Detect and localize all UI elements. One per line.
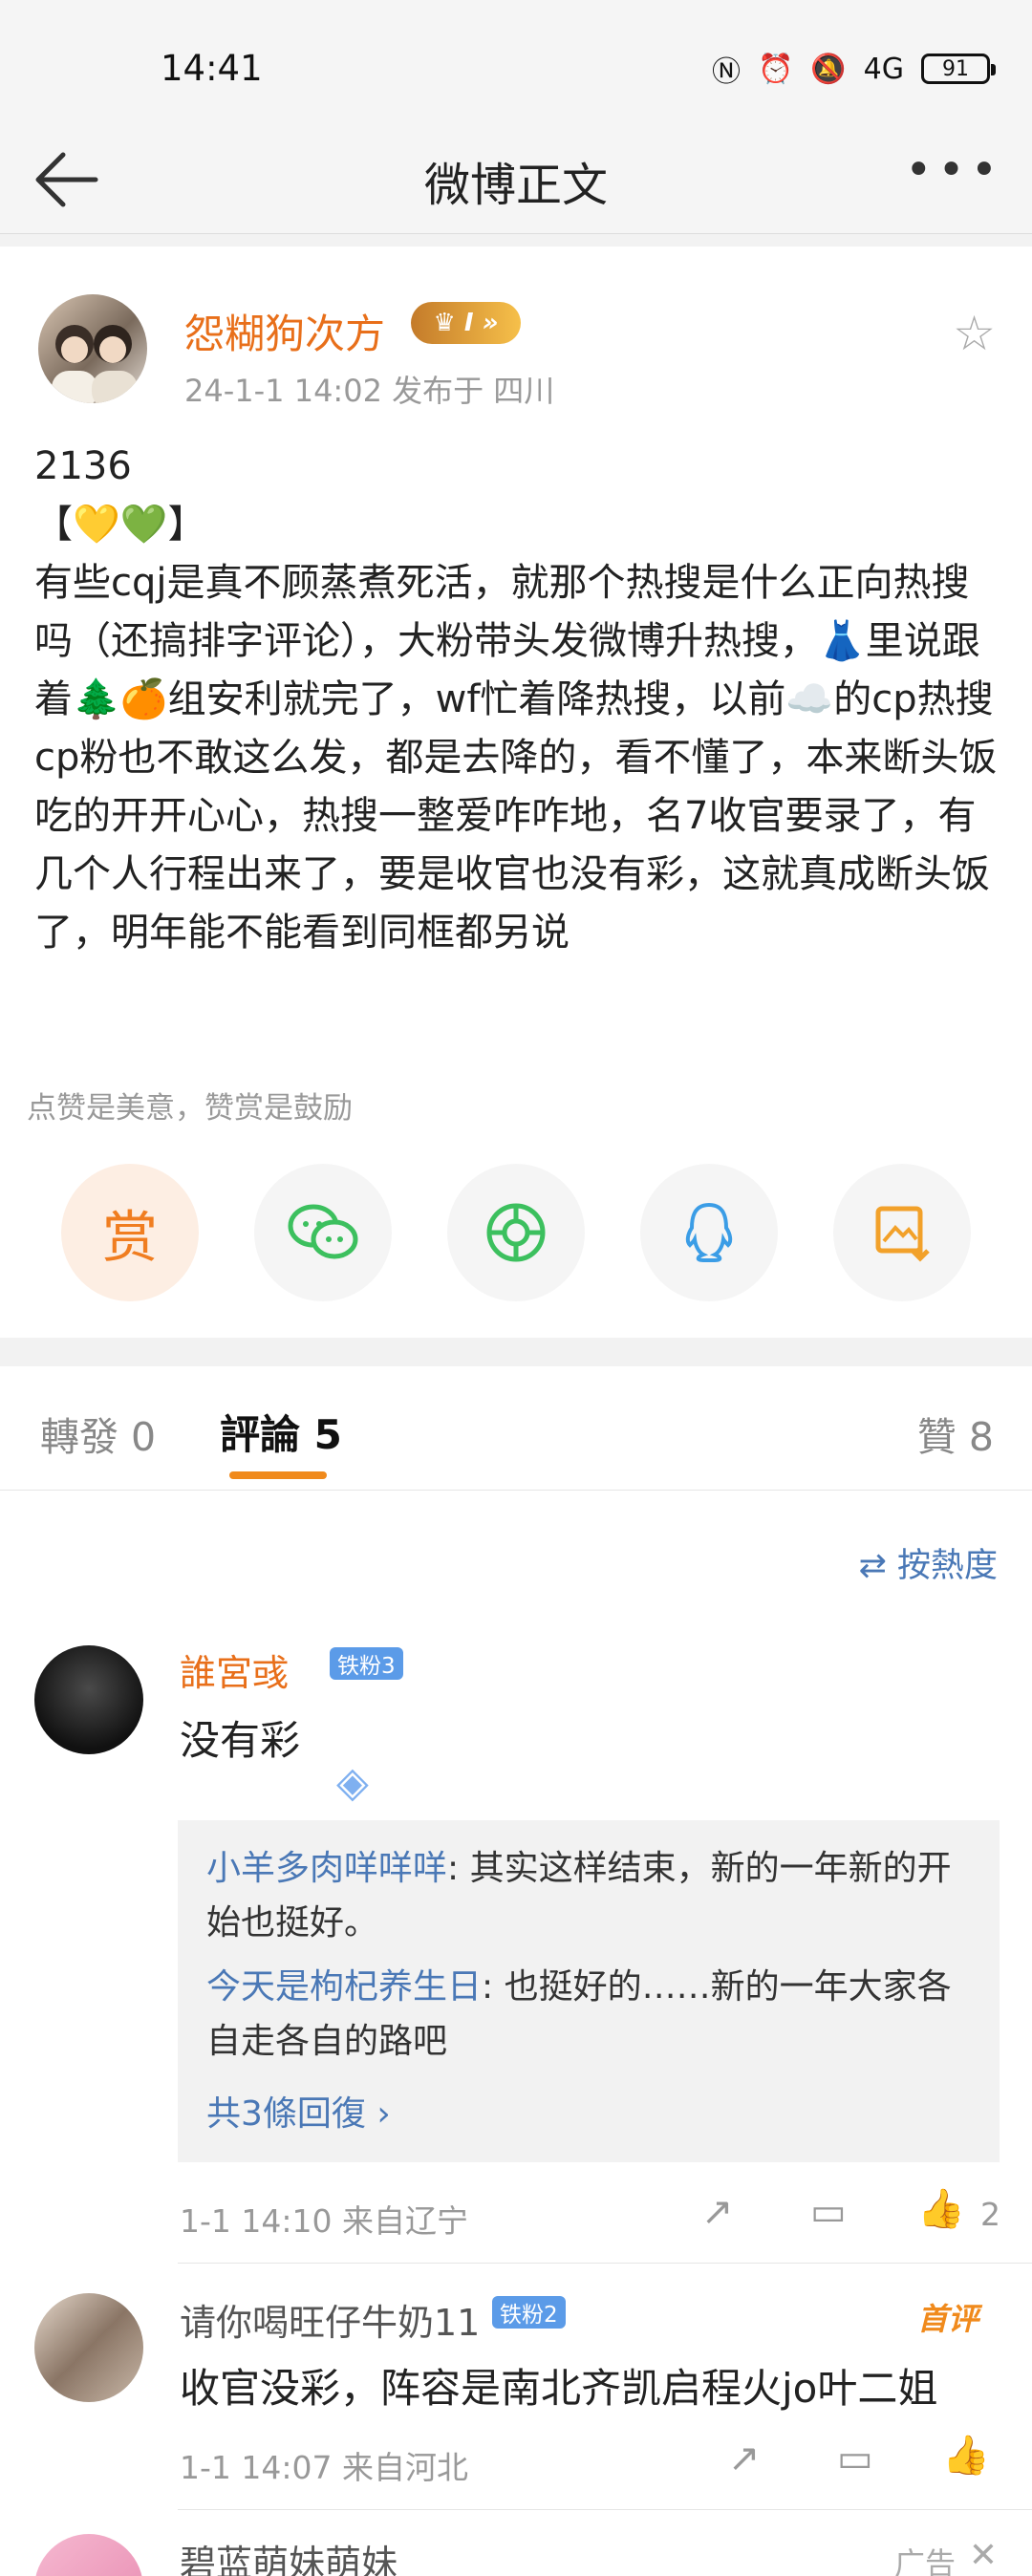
sort-button[interactable]: ⇄ 按熱度	[859, 1538, 998, 1587]
reply-box[interactable]: 小羊多肉咩咩咩: 其实这样结束，新的一年新的开始也挺好。 今天是枸杞养生日: 也…	[178, 1820, 1000, 2162]
comment-text: 没有彩	[180, 1717, 301, 1764]
reply-item: 小羊多肉咩咩咩: 其实这样结束，新的一年新的开始也挺好。	[206, 1841, 971, 1950]
crown-icon: ♛	[433, 309, 456, 337]
tab-bar: 轉發 0 評論 5 贊 8	[0, 1366, 1032, 1491]
status-bar: 14:41 Ⓝ ⏰ 🔕 4G 91	[0, 0, 1032, 124]
comments-list: ⇄ 按熱度 誰宮彧 铁粉3 没有彩 ◈ 小羊多肉咩咩咩: 其实这样结束，新的一年…	[0, 1491, 1032, 2576]
moments-share-button[interactable]	[447, 1164, 585, 1301]
qq-icon	[685, 1202, 733, 1262]
nfc-icon: Ⓝ	[711, 55, 741, 89]
moments-icon	[486, 1203, 546, 1262]
fan-badge: 铁粉2	[492, 2296, 566, 2329]
like-icon[interactable]: 👍	[917, 2186, 965, 2231]
avatar[interactable]	[34, 1645, 143, 1754]
avatar[interactable]	[34, 2293, 143, 2402]
more-replies-link[interactable]: 共3條回復 ›	[206, 2086, 391, 2136]
close-icon[interactable]: ✕	[969, 2536, 998, 2575]
reply-icon[interactable]: ▭	[810, 2190, 847, 2234]
post-card: 怨糊狗次方 ♛ I » 24-1-1 14:02 发布于 四川 ☆ 2136 【…	[0, 247, 1032, 1338]
more-options-icon[interactable]: •••	[905, 143, 1003, 197]
active-tab-indicator	[229, 1471, 327, 1479]
battery-icon: 91	[921, 54, 996, 84]
comment-text: 收官没彩，阵容是南北齐凯启程火jo叶二姐	[180, 2365, 938, 2412]
first-comment-tag: 首评	[916, 2301, 978, 2337]
reply-item: 今天是枸杞养生日: 也挺好的……新的一年大家各自走各自的路吧	[206, 1960, 971, 2069]
ad-label: 广告	[893, 2545, 956, 2576]
divider	[178, 2509, 1032, 2510]
status-icons: Ⓝ ⏰ 🔕 4G 91	[711, 48, 996, 90]
save-image-icon	[875, 1206, 930, 1262]
comment-time: 1-1 14:07 来自河北	[180, 2449, 468, 2486]
nav-bar: 微博正文 •••	[0, 124, 1032, 234]
avatar[interactable]	[34, 2534, 143, 2576]
star-icon[interactable]: ☆	[953, 306, 996, 361]
sort-icon: ⇄	[858, 1547, 887, 1585]
sort-label: 按熱度	[896, 1547, 998, 1585]
tab-repost[interactable]: 轉發 0	[40, 1405, 156, 1462]
diamond-sticker-icon: ◈	[336, 1758, 369, 1807]
like-count: 2	[980, 2196, 1000, 2233]
reply-author[interactable]: 小羊多肉咩咩咩	[206, 1849, 447, 1888]
like-icon[interactable]: 👍	[942, 2433, 990, 2478]
mute-icon: 🔕	[810, 52, 847, 86]
wechat-share-button[interactable]	[254, 1164, 392, 1301]
post-body: 2136 【💛💚】 有些cqj是真不顾蒸煮死活，就那个热搜是什么正向热搜吗（还搞…	[34, 444, 998, 955]
fan-badge: 铁粉3	[330, 1647, 403, 1680]
share-icon[interactable]: ↗	[701, 2190, 734, 2234]
vip-level: I	[463, 309, 474, 337]
post-author[interactable]: 怨糊狗次方	[184, 302, 385, 360]
post-meta: 24-1-1 14:02 发布于 四川	[184, 373, 555, 409]
reply-author[interactable]: 今天是枸杞养生日	[206, 1967, 482, 2007]
save-image-button[interactable]	[833, 1164, 971, 1301]
share-icon[interactable]: ↗	[728, 2436, 761, 2480]
comment-author[interactable]: 请你喝旺仔牛奶11	[180, 2293, 480, 2346]
tab-likes[interactable]: 贊 8	[917, 1405, 994, 1462]
status-time: 14:41	[161, 48, 263, 89]
avatar[interactable]	[38, 294, 147, 403]
reply-icon[interactable]: ▭	[837, 2436, 873, 2480]
comment-author[interactable]: 誰宮彧	[180, 1643, 289, 1696]
tab-comments[interactable]: 評論 5	[220, 1403, 342, 1461]
divider	[178, 2263, 1032, 2264]
reward-tip: 点赞是美意，赞赏是鼓励	[27, 1091, 353, 1126]
comment-author[interactable]: 碧蓝萌妹萌妹	[180, 2534, 398, 2576]
comment-time: 1-1 14:10 来自辽宁	[180, 2202, 468, 2240]
signal-icon: 4G	[863, 52, 904, 86]
qq-share-button[interactable]	[640, 1164, 778, 1301]
wechat-icon	[288, 1204, 358, 1259]
reward-button[interactable]: 赏	[61, 1164, 199, 1301]
vip-badge[interactable]: ♛ I »	[411, 302, 521, 344]
alarm-icon: ⏰	[757, 52, 794, 86]
page-title: 微博正文	[423, 159, 608, 212]
